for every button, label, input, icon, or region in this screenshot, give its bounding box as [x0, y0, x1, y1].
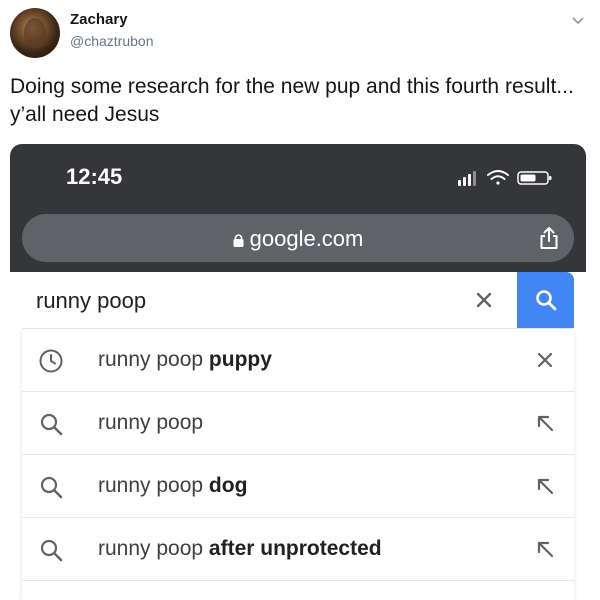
history-icon [39, 349, 63, 373]
suggestion-text: runny poop puppy [98, 348, 272, 371]
avatar[interactable] [10, 8, 60, 58]
status-time: 12:45 [66, 164, 123, 189]
address-bar[interactable]: google.com [22, 214, 574, 262]
wifi-icon [487, 170, 509, 185]
fill-query-arrow-icon[interactable] [534, 538, 556, 560]
signal-icon [458, 171, 476, 186]
suggestion-item[interactable]: runny poop [22, 392, 574, 455]
search-box [22, 272, 574, 329]
search-input[interactable] [34, 286, 458, 316]
suggestion-item[interactable]: runny poop dog [22, 455, 574, 518]
browser-toolbar: 12:45 google.com [10, 144, 586, 272]
lock-icon [233, 234, 244, 247]
tweet-text: Doing some research for the new pup and … [10, 75, 574, 126]
address-text[interactable]: google.com [22, 226, 574, 252]
suggestion-text: runny poop dog [98, 474, 248, 497]
user-handle[interactable]: @chaztrubon [70, 33, 153, 49]
share-icon[interactable] [538, 226, 560, 250]
search-icon [40, 413, 63, 436]
remove-icon[interactable] [534, 349, 556, 371]
clear-icon[interactable] [470, 286, 498, 314]
search-icon [536, 290, 557, 311]
chevron-down-icon[interactable] [570, 12, 586, 28]
search-icon [40, 476, 63, 499]
fill-query-arrow-icon[interactable] [534, 475, 556, 497]
suggestion-text: runny poop after unprotected [98, 537, 382, 560]
address-url: google.com [249, 226, 364, 251]
battery-icon [517, 171, 552, 185]
status-icons [458, 170, 552, 186]
search-button[interactable] [517, 272, 574, 328]
display-name[interactable]: Zachary [70, 11, 128, 28]
search-icon [40, 539, 63, 562]
suggestion-list: runny poop puppy runny poop runny poop d… [22, 329, 574, 600]
suggestion-item[interactable]: runny poop after unprotected [22, 518, 574, 581]
suggestion-text: runny poop [98, 411, 204, 434]
phone-screenshot: 12:45 google.com runny poop runny poop p… [10, 144, 586, 600]
avatar-figure [24, 18, 46, 48]
suggestion-item[interactable]: runny poop puppy [22, 329, 574, 392]
fill-query-arrow-icon[interactable] [534, 412, 556, 434]
